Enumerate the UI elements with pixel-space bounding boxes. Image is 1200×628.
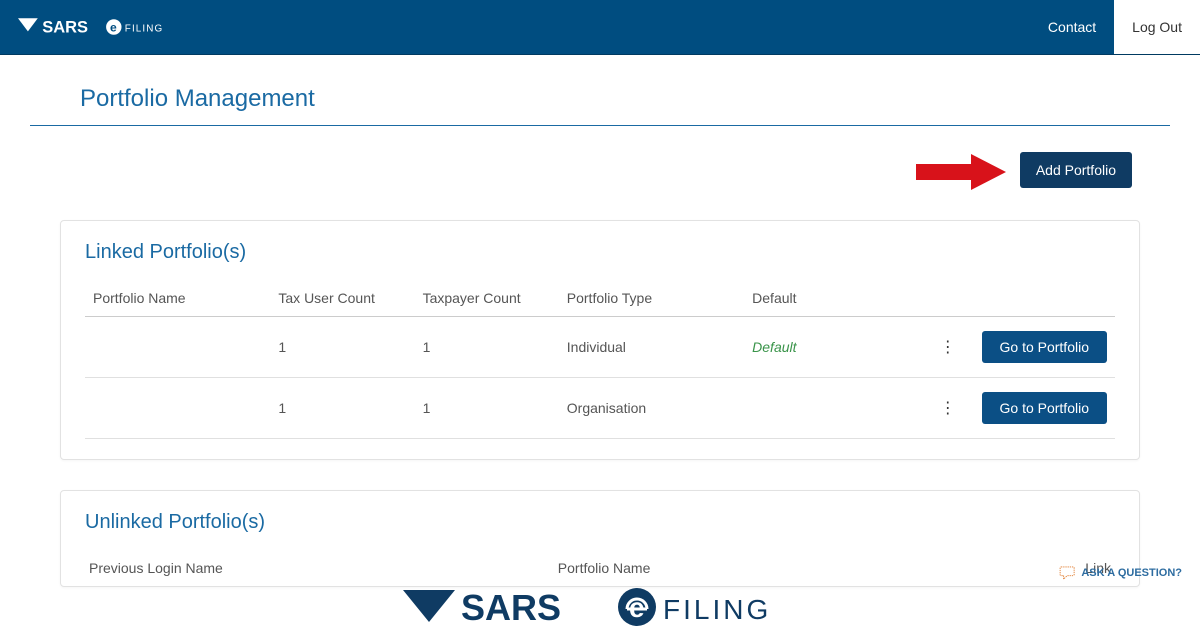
- go-to-portfolio-button[interactable]: Go to Portfolio: [982, 331, 1108, 363]
- svg-text:e: e: [110, 20, 117, 34]
- linked-heading: Linked Portfolio(s): [85, 241, 1115, 264]
- chat-bubble-icon: [1059, 566, 1077, 580]
- col-portfolio-name: Portfolio Name: [558, 560, 651, 576]
- page-body: Portfolio Management Add Portfolio Linke…: [0, 55, 1200, 628]
- more-menu-icon[interactable]: [932, 394, 963, 422]
- svg-text:SARS: SARS: [42, 19, 88, 37]
- top-right-nav: Contact Log Out: [1030, 0, 1200, 54]
- cell-taxpayer-count: 1: [415, 378, 559, 439]
- col-taxpayer-count: Taxpayer Count: [415, 280, 559, 317]
- svg-text:FILING: FILING: [125, 23, 163, 34]
- cell-tax-user-count: 1: [270, 317, 414, 378]
- brand-logo: SARS e FILING: [18, 16, 171, 38]
- table-row: 1 1 Individual Default Go to Portfolio: [85, 317, 1115, 378]
- linked-portfolios-card: Linked Portfolio(s) Portfolio Name Tax U…: [60, 220, 1140, 460]
- title-divider: [30, 125, 1170, 126]
- cell-type: Organisation: [559, 378, 744, 439]
- sars-wing-icon: SARS: [18, 16, 95, 38]
- col-prev-login: Previous Login Name: [89, 560, 223, 576]
- add-portfolio-button[interactable]: Add Portfolio: [1020, 152, 1132, 188]
- cell-type: Individual: [559, 317, 744, 378]
- logout-link[interactable]: Log Out: [1114, 0, 1200, 54]
- contact-link[interactable]: Contact: [1030, 0, 1114, 54]
- cell-name: [85, 317, 270, 378]
- ask-question-label: ASK A QUESTION?: [1081, 567, 1182, 579]
- go-to-portfolio-button[interactable]: Go to Portfolio: [982, 392, 1108, 424]
- col-default: Default: [744, 280, 909, 317]
- arrow-icon: [916, 152, 1006, 192]
- page-title: Portfolio Management: [80, 85, 1170, 113]
- efiling-icon: e FILING: [105, 16, 171, 38]
- cell-taxpayer-count: 1: [415, 317, 559, 378]
- unlinked-heading: Unlinked Portfolio(s): [85, 511, 1115, 534]
- unlinked-column-headers: Previous Login Name Portfolio Name Link: [85, 550, 1115, 576]
- col-portfolio-type: Portfolio Type: [559, 280, 744, 317]
- svg-text:e: e: [629, 592, 645, 623]
- svg-text:SARS: SARS: [461, 587, 561, 628]
- linked-table: Portfolio Name Tax User Count Taxpayer C…: [85, 280, 1115, 439]
- efiling-footer-icon: e FILING: [617, 586, 797, 628]
- unlinked-portfolios-card: Unlinked Portfolio(s) Previous Login Nam…: [60, 490, 1140, 587]
- ask-question-link[interactable]: ASK A QUESTION?: [1059, 566, 1182, 580]
- more-menu-icon[interactable]: [932, 333, 963, 361]
- table-row: 1 1 Organisation Go to Portfolio: [85, 378, 1115, 439]
- cell-tax-user-count: 1: [270, 378, 414, 439]
- col-portfolio-name: Portfolio Name: [85, 280, 270, 317]
- svg-text:FILING: FILING: [663, 594, 771, 625]
- footer-brand: SARS e FILING: [403, 586, 797, 628]
- default-badge: Default: [752, 339, 796, 355]
- attention-arrow: [916, 150, 1006, 190]
- actions-row: Add Portfolio: [30, 150, 1132, 190]
- cell-name: [85, 378, 270, 439]
- top-bar: SARS e FILING Contact Log Out: [0, 0, 1200, 55]
- col-tax-user-count: Tax User Count: [270, 280, 414, 317]
- sars-footer-icon: SARS: [403, 586, 603, 628]
